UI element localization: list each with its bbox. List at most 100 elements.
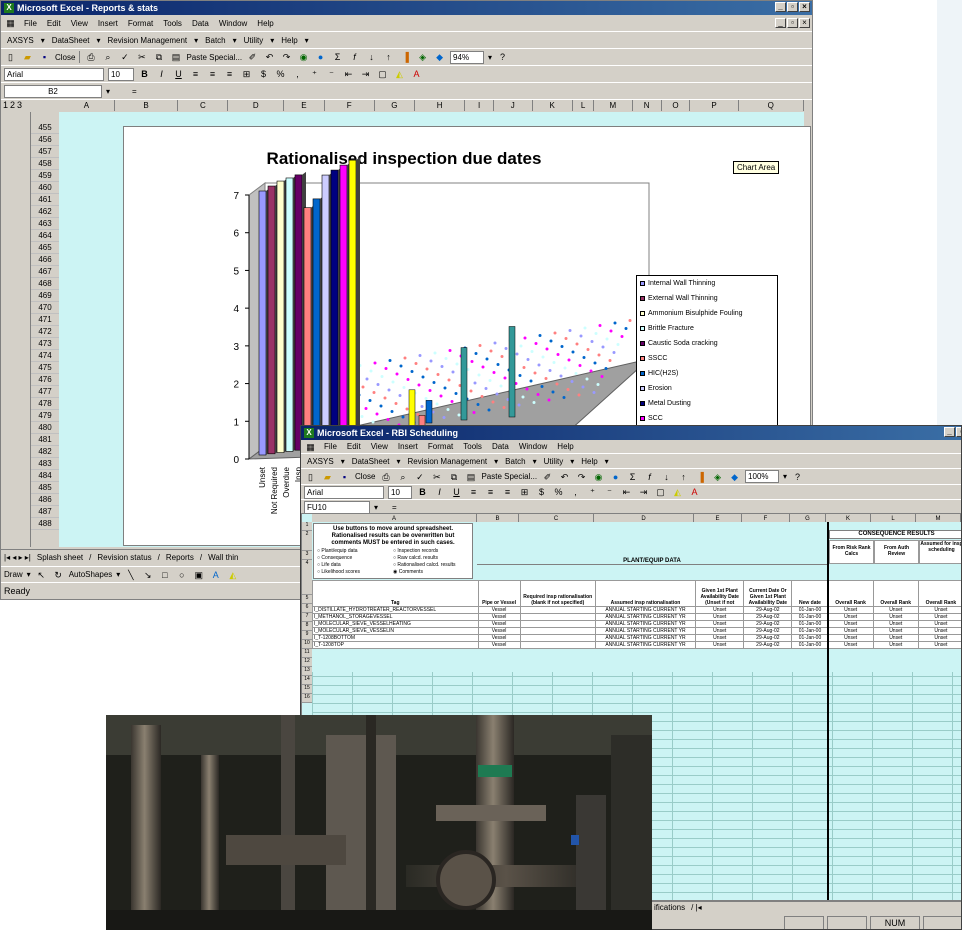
- print-icon[interactable]: ⎙: [84, 51, 97, 63]
- legend-item[interactable]: HIC(H2S): [637, 366, 777, 381]
- italic-button[interactable]: I: [433, 486, 446, 498]
- undo-icon[interactable]: ↶: [558, 471, 571, 483]
- column-header-m[interactable]: M: [594, 100, 633, 111]
- decrease-decimal-icon[interactable]: ⁻: [603, 486, 616, 498]
- column-header-i[interactable]: I: [465, 100, 495, 111]
- new-icon[interactable]: ▯: [4, 51, 17, 63]
- underline-button[interactable]: U: [450, 486, 463, 498]
- line-icon[interactable]: ╲: [124, 569, 137, 581]
- table-row[interactable]: I_T-1208BOTTOM Vessel ANNUAL STARTING CURR…: [312, 634, 961, 642]
- table-cell[interactable]: Unset: [917, 606, 961, 614]
- autoshapes-menu[interactable]: AutoShapes: [69, 570, 113, 579]
- row-header[interactable]: 477: [31, 386, 59, 398]
- menu-insert[interactable]: Insert: [395, 442, 421, 451]
- table-cell[interactable]: I_MOLECULAR_SIEVE_VESSELHEATING: [312, 620, 479, 628]
- table-cell[interactable]: Unset: [872, 641, 919, 649]
- zoom-select[interactable]: 100%: [745, 470, 780, 483]
- legend-item[interactable]: External Wall Thinning: [637, 291, 777, 306]
- align-right-icon[interactable]: ≡: [501, 486, 514, 498]
- sort-asc-icon[interactable]: ↓: [660, 471, 673, 483]
- table-cell[interactable]: Unset: [917, 620, 961, 628]
- row-header[interactable]: 13: [302, 667, 312, 676]
- table-cell[interactable]: Unset: [827, 613, 874, 621]
- column-header-c[interactable]: C: [519, 514, 594, 522]
- open-icon[interactable]: ▰: [321, 471, 334, 483]
- tab-splash-sheet[interactable]: Splash sheet: [37, 553, 83, 562]
- font-size-select[interactable]: 10: [388, 485, 412, 499]
- table-row[interactable]: I_METHANOL_STORAGEVESSEL Vessel ANNUAL STA…: [312, 613, 961, 621]
- row-header[interactable]: 476: [31, 374, 59, 386]
- table-cell[interactable]: Unset: [872, 606, 919, 614]
- table-cell[interactable]: Unset: [695, 634, 745, 642]
- column-header-p[interactable]: P: [690, 100, 739, 111]
- table-row[interactable]: I_T-1208TOP Vessel ANNUAL STARTING CURRENT…: [312, 641, 961, 649]
- table-cell[interactable]: Unset: [827, 641, 874, 649]
- close-button[interactable]: ×: [799, 2, 810, 12]
- hyperlink-icon[interactable]: ◉: [297, 51, 310, 63]
- table-cell[interactable]: Unset: [917, 627, 961, 635]
- align-center-icon[interactable]: ≡: [206, 68, 219, 80]
- row-header[interactable]: 16: [302, 694, 312, 703]
- menu-tools[interactable]: Tools: [160, 19, 185, 28]
- name-box-dropdown-icon[interactable]: ▾: [106, 87, 110, 96]
- table-cell[interactable]: Unset: [695, 613, 745, 621]
- row-header[interactable]: 480: [31, 422, 59, 434]
- web-icon[interactable]: ●: [609, 471, 622, 483]
- tab-modifications[interactable]: ifications: [654, 903, 685, 912]
- column-header-f[interactable]: F: [325, 100, 375, 111]
- row-header[interactable]: 472: [31, 326, 59, 338]
- row-header[interactable]: 479: [31, 410, 59, 422]
- table-cell[interactable]: 29-Aug-02: [743, 627, 793, 635]
- legend-item[interactable]: SCC: [637, 411, 777, 426]
- table-cell[interactable]: Vessel: [477, 606, 521, 614]
- row-header[interactable]: 15: [302, 685, 312, 694]
- row-header[interactable]: 460: [31, 182, 59, 194]
- redo-icon[interactable]: ↷: [280, 51, 293, 63]
- column-header-l[interactable]: L: [573, 100, 595, 111]
- legend-item[interactable]: Metal Dusting: [637, 396, 777, 411]
- addin-axsys[interactable]: AXSYS: [304, 457, 337, 466]
- menu-data[interactable]: Data: [489, 442, 512, 451]
- table-cell[interactable]: 29-Aug-02: [743, 620, 793, 628]
- close-file-button[interactable]: Close: [355, 472, 375, 481]
- workbook-icon[interactable]: ▦: [4, 17, 17, 29]
- row-header[interactable]: 488: [31, 518, 59, 530]
- row-header[interactable]: 3: [302, 551, 312, 560]
- legend-item[interactable]: Brittle Fracture: [637, 321, 777, 336]
- tab-nav-icons[interactable]: |◂ ◂ ▸ ▸|: [4, 553, 31, 562]
- table-row[interactable]: I_MOLECULAR_SIEVE_VESSELIN Vessel ANNUAL S…: [312, 627, 961, 635]
- autosum-icon[interactable]: Σ: [626, 471, 639, 483]
- table-cell[interactable]: 01-Jan-00: [791, 606, 829, 614]
- menu-window[interactable]: Window: [216, 19, 250, 28]
- column-header-j[interactable]: J: [494, 100, 533, 111]
- format-painter-icon[interactable]: ✐: [246, 51, 259, 63]
- menu-help[interactable]: Help: [554, 442, 576, 451]
- rectangle-icon[interactable]: □: [158, 569, 171, 581]
- align-center-icon[interactable]: ≡: [484, 486, 497, 498]
- row-header[interactable]: 465: [31, 242, 59, 254]
- maximize-button[interactable]: ▫: [787, 2, 798, 12]
- table-cell[interactable]: Unset: [872, 634, 919, 642]
- addin-utility[interactable]: Utility: [541, 457, 567, 466]
- column-header-d[interactable]: D: [228, 100, 285, 111]
- outline-level-1[interactable]: 1: [3, 100, 8, 112]
- addin-utility[interactable]: Utility: [241, 36, 267, 45]
- row-header[interactable]: 7: [302, 613, 312, 622]
- fill-color-icon[interactable]: ◭: [671, 486, 684, 498]
- table-cell[interactable]: Vessel: [477, 620, 521, 628]
- column-header-c[interactable]: C: [178, 100, 229, 111]
- drawing-icon[interactable]: ◆: [433, 51, 446, 63]
- row-header[interactable]: 456: [31, 134, 59, 146]
- radio-life-data[interactable]: ○ Life data: [317, 562, 393, 569]
- row-header[interactable]: 11: [302, 649, 312, 658]
- save-icon[interactable]: ▪: [338, 471, 351, 483]
- drawing-icon[interactable]: ◆: [728, 471, 741, 483]
- fill-color-icon[interactable]: ◭: [393, 68, 406, 80]
- save-icon[interactable]: ▪: [38, 51, 51, 63]
- office-assistant-icon[interactable]: ?: [791, 471, 804, 483]
- font-size-select[interactable]: 10: [108, 67, 134, 81]
- textbox-icon[interactable]: ▣: [192, 569, 205, 581]
- format-painter-icon[interactable]: ✐: [541, 471, 554, 483]
- bold-button[interactable]: B: [416, 486, 429, 498]
- addin-revision[interactable]: Revision Management: [405, 457, 491, 466]
